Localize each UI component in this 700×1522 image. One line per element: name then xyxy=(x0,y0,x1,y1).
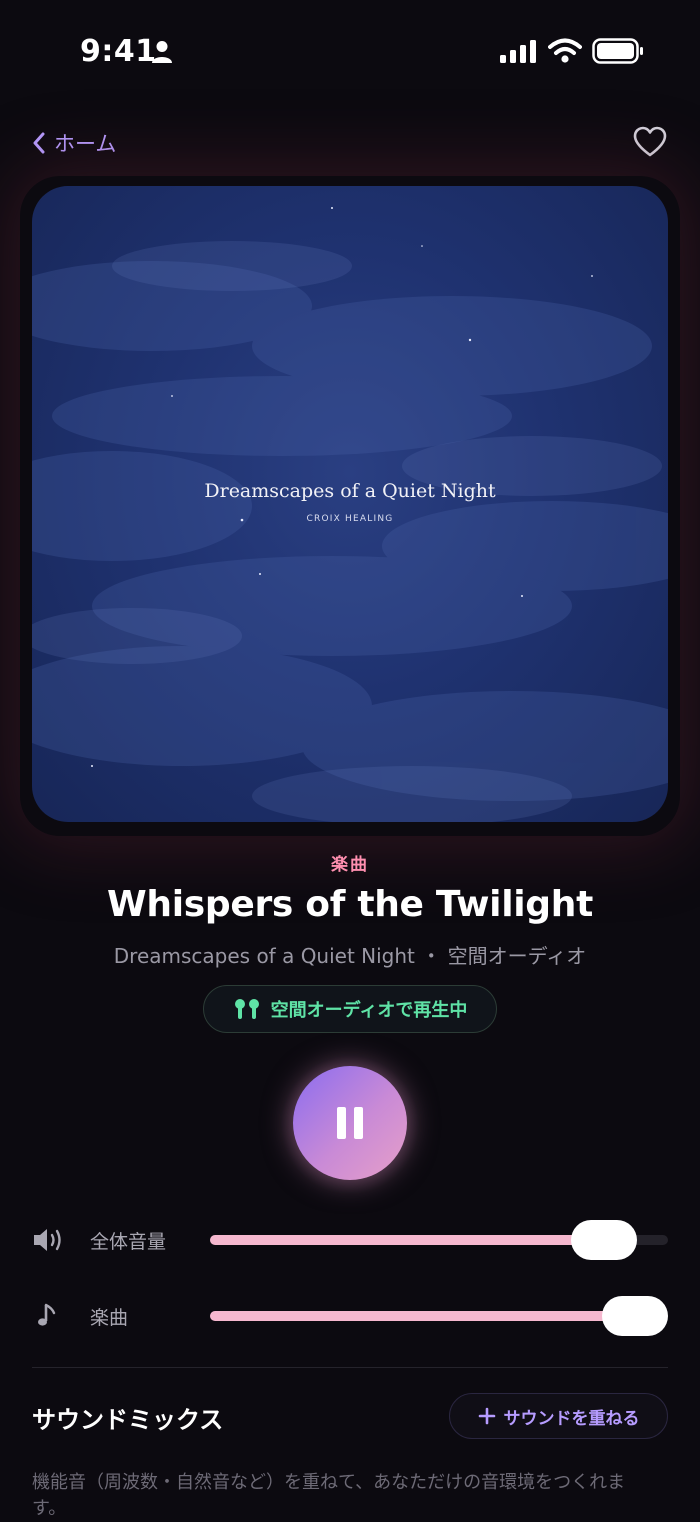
pause-icon xyxy=(354,1107,363,1139)
pause-button[interactable] xyxy=(293,1066,407,1180)
pause-icon xyxy=(337,1107,346,1139)
chevron-left-icon xyxy=(33,132,45,154)
favorite-heart-icon[interactable] xyxy=(633,126,667,158)
airpods-icon xyxy=(234,999,259,1019)
music-volume-fill xyxy=(210,1311,635,1321)
music-volume-slider[interactable] xyxy=(210,1296,668,1336)
master-volume-label: 全体音量 xyxy=(90,1231,167,1253)
section-divider xyxy=(32,1367,668,1368)
music-volume-thumb[interactable] xyxy=(602,1296,668,1336)
artwork-title: Dreamscapes of a Quiet Night xyxy=(204,480,496,502)
status-time: 9:41 xyxy=(80,34,157,69)
add-sound-button[interactable]: サウンドを重ねる xyxy=(449,1393,668,1439)
plus-icon xyxy=(478,1407,495,1425)
master-volume-row: 全体音量 xyxy=(32,1218,668,1262)
speaker-icon xyxy=(34,1229,61,1251)
master-volume-fill xyxy=(210,1235,604,1245)
add-sound-label: サウンドを重ねる xyxy=(503,1408,640,1429)
cellular-signal-icon xyxy=(500,40,536,63)
person-icon xyxy=(152,41,172,63)
track-category: 楽曲 xyxy=(331,855,369,875)
sound-mix-title: サウンドミックス xyxy=(32,1406,224,1434)
music-note-icon xyxy=(38,1303,56,1326)
track-title: Whispers of the Twilight xyxy=(106,884,593,925)
clouds-pattern xyxy=(32,207,668,822)
sound-mix-description: 機能音（周波数・自然音など）を重ねて、あなただけの音環境をつくれます。 xyxy=(32,1472,626,1519)
back-label: ホーム xyxy=(54,132,117,156)
music-volume-label: 楽曲 xyxy=(90,1307,129,1329)
spatial-audio-label: 空間オーディオで再生中 xyxy=(270,1000,468,1021)
back-button[interactable]: ホーム xyxy=(32,128,116,158)
wifi-icon xyxy=(548,38,582,63)
master-volume-slider[interactable] xyxy=(210,1220,668,1260)
status-bar: 9:41 xyxy=(0,0,700,100)
spatial-audio-badge[interactable]: 空間オーディオで再生中 xyxy=(203,985,497,1033)
battery-icon xyxy=(592,38,643,64)
master-volume-thumb[interactable] xyxy=(570,1220,637,1260)
track-meta: Dreamscapes of a Quiet Night ・ 空間オーディオ xyxy=(113,944,587,968)
music-volume-row: 楽曲 xyxy=(32,1294,668,1338)
artwork-subtitle: CROIX HEALING xyxy=(306,514,394,524)
album-artwork: Dreamscapes of a Quiet Night CROIX HEALI… xyxy=(32,186,668,822)
